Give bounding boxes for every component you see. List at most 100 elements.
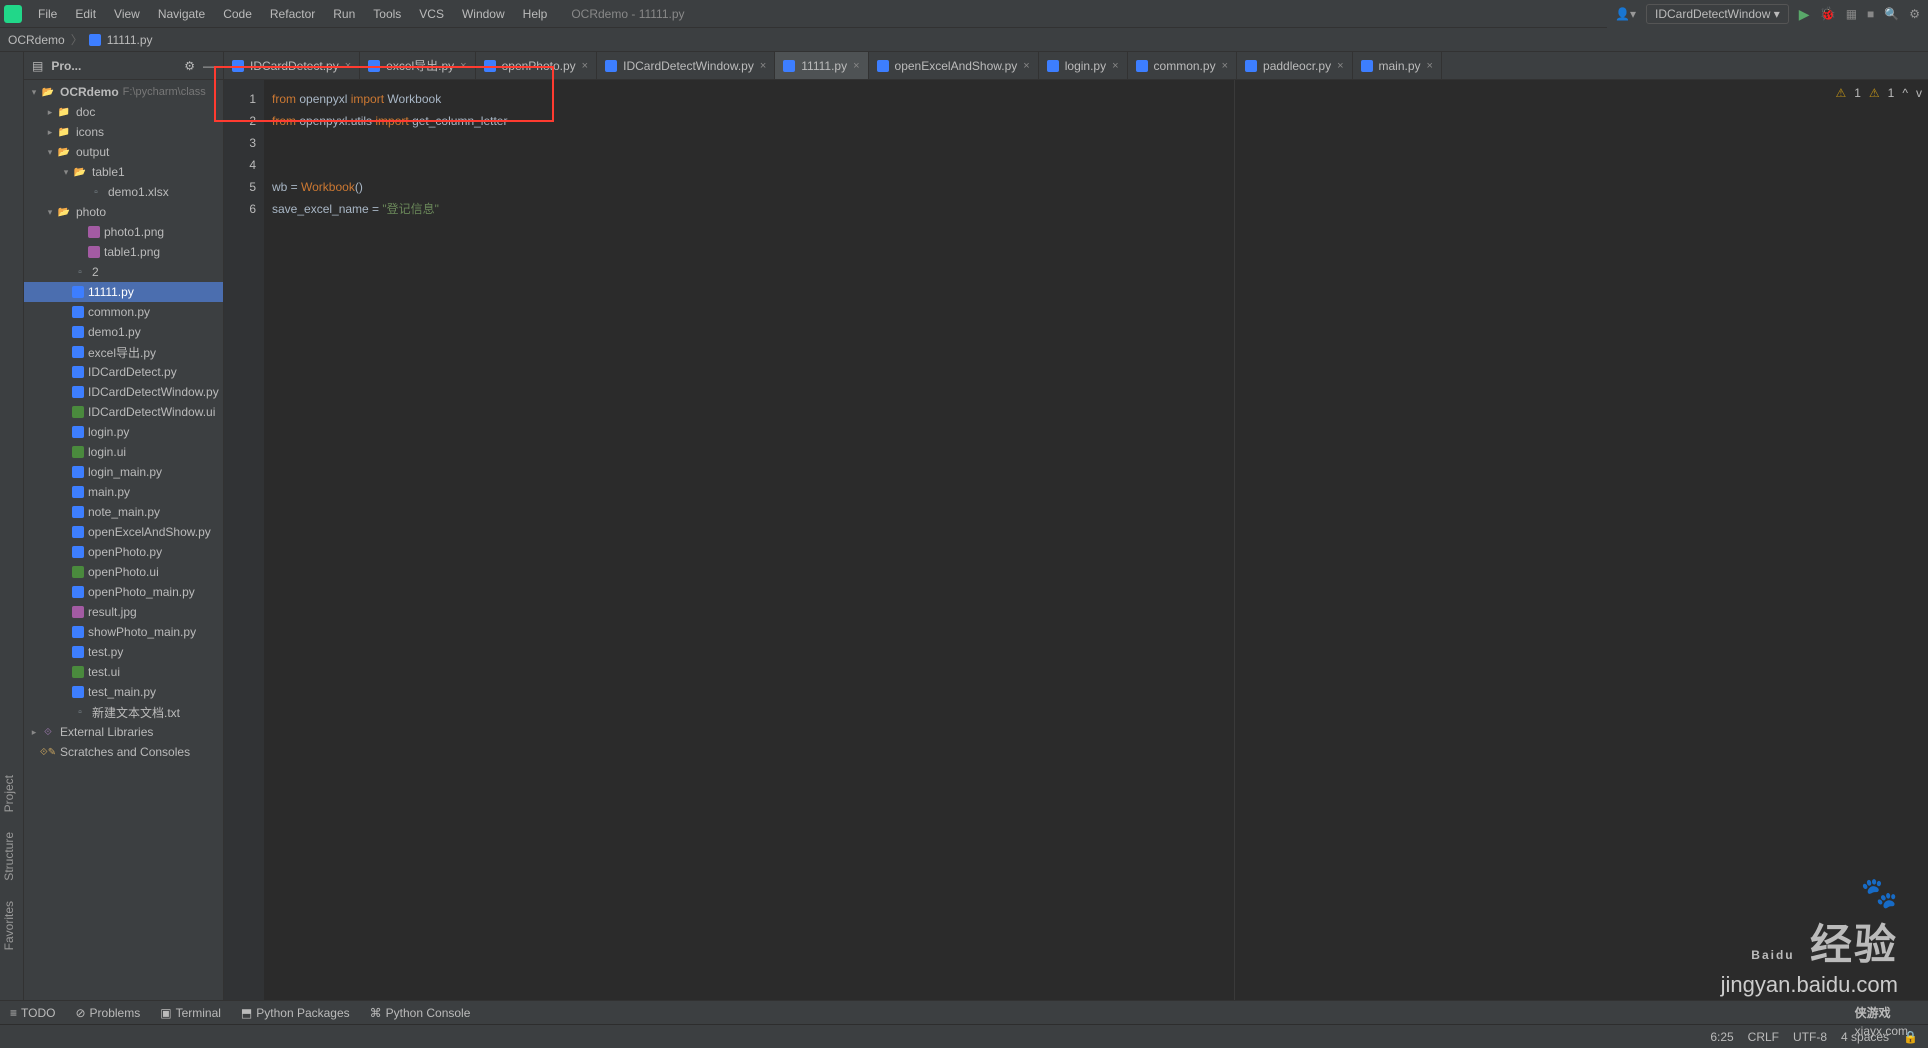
settings-icon[interactable]: ⚙ — [1909, 7, 1920, 21]
breadcrumb-sep: 〉 — [71, 31, 83, 48]
menu-refactor[interactable]: Refactor — [262, 3, 323, 25]
tree-file-openphoto[interactable]: openPhoto.py — [24, 542, 223, 562]
tree-file-openexcel[interactable]: openExcelAndShow.py — [24, 522, 223, 542]
tree-file-testui[interactable]: test.ui — [24, 662, 223, 682]
tree-file-newtxt[interactable]: 新建文本文档.txt — [24, 702, 223, 722]
code-content[interactable]: from openpyxl import Workbook from openp… — [264, 80, 1928, 1000]
tab-common[interactable]: common.py× — [1128, 52, 1237, 79]
breadcrumb-root[interactable]: OCRdemo — [8, 33, 65, 47]
stop-button[interactable]: ■ — [1867, 7, 1874, 21]
tree-file-11111[interactable]: 11111.py — [24, 282, 223, 302]
menu-code[interactable]: Code — [215, 3, 260, 25]
tree-file-testmain[interactable]: test_main.py — [24, 682, 223, 702]
inspections-widget[interactable]: ⚠1 ⚠1 ^ v — [1835, 86, 1922, 100]
close-tab-icon[interactable]: × — [853, 60, 859, 72]
tree-file-showphoto[interactable]: showPhoto_main.py — [24, 622, 223, 642]
python-file-icon — [605, 60, 617, 72]
tab-login[interactable]: login.py× — [1039, 52, 1128, 79]
tree-file-notemain[interactable]: note_main.py — [24, 502, 223, 522]
menu-edit[interactable]: Edit — [67, 3, 104, 25]
python-console-toolwindow[interactable]: ⌘Python Console — [370, 1006, 471, 1020]
problems-toolwindow[interactable]: ⊘Problems — [75, 1006, 140, 1020]
tree-file-loginui[interactable]: login.ui — [24, 442, 223, 462]
next-highlight-icon[interactable]: v — [1916, 86, 1922, 100]
tree-file-photo1[interactable]: photo1.png — [24, 222, 223, 242]
tree-file-login[interactable]: login.py — [24, 422, 223, 442]
tree-file-idcard[interactable]: IDCardDetect.py — [24, 362, 223, 382]
todo-toolwindow[interactable]: ≡TODO — [10, 1006, 55, 1020]
hide-icon[interactable]: — — [203, 59, 215, 73]
tree-folder-photo[interactable]: ▾photo — [24, 202, 223, 222]
close-tab-icon[interactable]: × — [1427, 60, 1433, 72]
project-tree[interactable]: ▾OCRdemoF:\pycharm\class ▸doc ▸icons ▾ou… — [24, 80, 223, 764]
tree-file-idcardwin[interactable]: IDCardDetectWindow.py — [24, 382, 223, 402]
gear-icon[interactable]: ⚙ — [184, 59, 195, 73]
structure-toolwindow-tab[interactable]: Structure — [0, 822, 23, 891]
prev-highlight-icon[interactable]: ^ — [1902, 86, 1908, 100]
project-toolwindow-tab[interactable]: Project — [0, 765, 18, 822]
menu-vcs[interactable]: VCS — [411, 3, 452, 25]
tree-file-result[interactable]: result.jpg — [24, 602, 223, 622]
tab-openexcel[interactable]: openExcelAndShow.py× — [869, 52, 1039, 79]
tab-excel[interactable]: excel导出.py× — [360, 52, 475, 79]
code-editor[interactable]: 123456 from openpyxl import Workbook fro… — [224, 80, 1928, 1000]
panel-select-icon[interactable]: ▤ — [32, 59, 43, 73]
tab-openphoto[interactable]: openPhoto.py× — [476, 52, 598, 79]
tab-11111[interactable]: 11111.py× — [775, 52, 868, 79]
tree-folder-icons[interactable]: ▸icons — [24, 122, 223, 142]
tree-folder-output[interactable]: ▾output — [24, 142, 223, 162]
close-tab-icon[interactable]: × — [582, 60, 588, 72]
search-icon[interactable]: 🔍 — [1884, 7, 1899, 21]
close-tab-icon[interactable]: × — [1337, 60, 1343, 72]
encoding[interactable]: UTF-8 — [1793, 1030, 1827, 1044]
tree-file-demo1xlsx[interactable]: demo1.xlsx — [24, 182, 223, 202]
warning-icon: ⚠ — [1835, 86, 1846, 100]
menu-navigate[interactable]: Navigate — [150, 3, 213, 25]
tab-idcardwindow[interactable]: IDCardDetectWindow.py× — [597, 52, 775, 79]
run-config-selector[interactable]: IDCardDetectWindow ▾ — [1646, 4, 1789, 24]
close-tab-icon[interactable]: × — [760, 60, 766, 72]
tree-file-2[interactable]: 2 — [24, 262, 223, 282]
tree-file-table1png[interactable]: table1.png — [24, 242, 223, 262]
tree-root[interactable]: ▾OCRdemoF:\pycharm\class — [24, 82, 223, 102]
caret-position[interactable]: 6:25 — [1710, 1030, 1733, 1044]
terminal-toolwindow[interactable]: ▣Terminal — [160, 1006, 221, 1020]
user-icon[interactable]: 👤▾ — [1615, 7, 1636, 21]
python-packages-toolwindow[interactable]: ⬒Python Packages — [241, 1006, 350, 1020]
menu-help[interactable]: Help — [515, 3, 556, 25]
close-tab-icon[interactable]: × — [1112, 60, 1118, 72]
menu-window[interactable]: Window — [454, 3, 513, 25]
tab-main[interactable]: main.py× — [1353, 52, 1442, 79]
favorites-toolwindow-tab[interactable]: Favorites — [0, 891, 23, 960]
tree-scratches[interactable]: ✎Scratches and Consoles — [24, 742, 223, 762]
close-tab-icon[interactable]: × — [460, 60, 466, 72]
tree-external-libraries[interactable]: ▸External Libraries — [24, 722, 223, 742]
tree-file-demo1[interactable]: demo1.py — [24, 322, 223, 342]
menu-file[interactable]: File — [30, 3, 65, 25]
menu-view[interactable]: View — [106, 3, 148, 25]
tree-file-idcardwinui[interactable]: IDCardDetectWindow.ui — [24, 402, 223, 422]
tree-file-openphotomain[interactable]: openPhoto_main.py — [24, 582, 223, 602]
close-tab-icon[interactable]: × — [345, 60, 351, 72]
tree-folder-table1[interactable]: ▾table1 — [24, 162, 223, 182]
tree-folder-doc[interactable]: ▸doc — [24, 102, 223, 122]
tree-file-test[interactable]: test.py — [24, 642, 223, 662]
panel-title[interactable]: Pro... — [51, 59, 81, 73]
menu-tools[interactable]: Tools — [365, 3, 409, 25]
line-separator[interactable]: CRLF — [1748, 1030, 1779, 1044]
tree-file-common[interactable]: common.py — [24, 302, 223, 322]
tree-file-excel[interactable]: excel导出.py — [24, 342, 223, 362]
tree-file-loginmain[interactable]: login_main.py — [24, 462, 223, 482]
tab-paddleocr[interactable]: paddleocr.py× — [1237, 52, 1353, 79]
tree-file-openphotoui[interactable]: openPhoto.ui — [24, 562, 223, 582]
window-title: OCRdemo - 11111.py — [571, 7, 684, 21]
menu-run[interactable]: Run — [325, 3, 363, 25]
debug-button[interactable]: 🐞 — [1820, 6, 1836, 22]
run-coverage-icon[interactable]: ▦ — [1846, 7, 1857, 21]
breadcrumb-file[interactable]: 11111.py — [107, 33, 153, 47]
tab-idcarddetect[interactable]: IDCardDetect.py× — [224, 52, 360, 79]
run-button[interactable]: ▶ — [1799, 6, 1810, 23]
close-tab-icon[interactable]: × — [1023, 60, 1029, 72]
close-tab-icon[interactable]: × — [1222, 60, 1228, 72]
tree-file-main[interactable]: main.py — [24, 482, 223, 502]
